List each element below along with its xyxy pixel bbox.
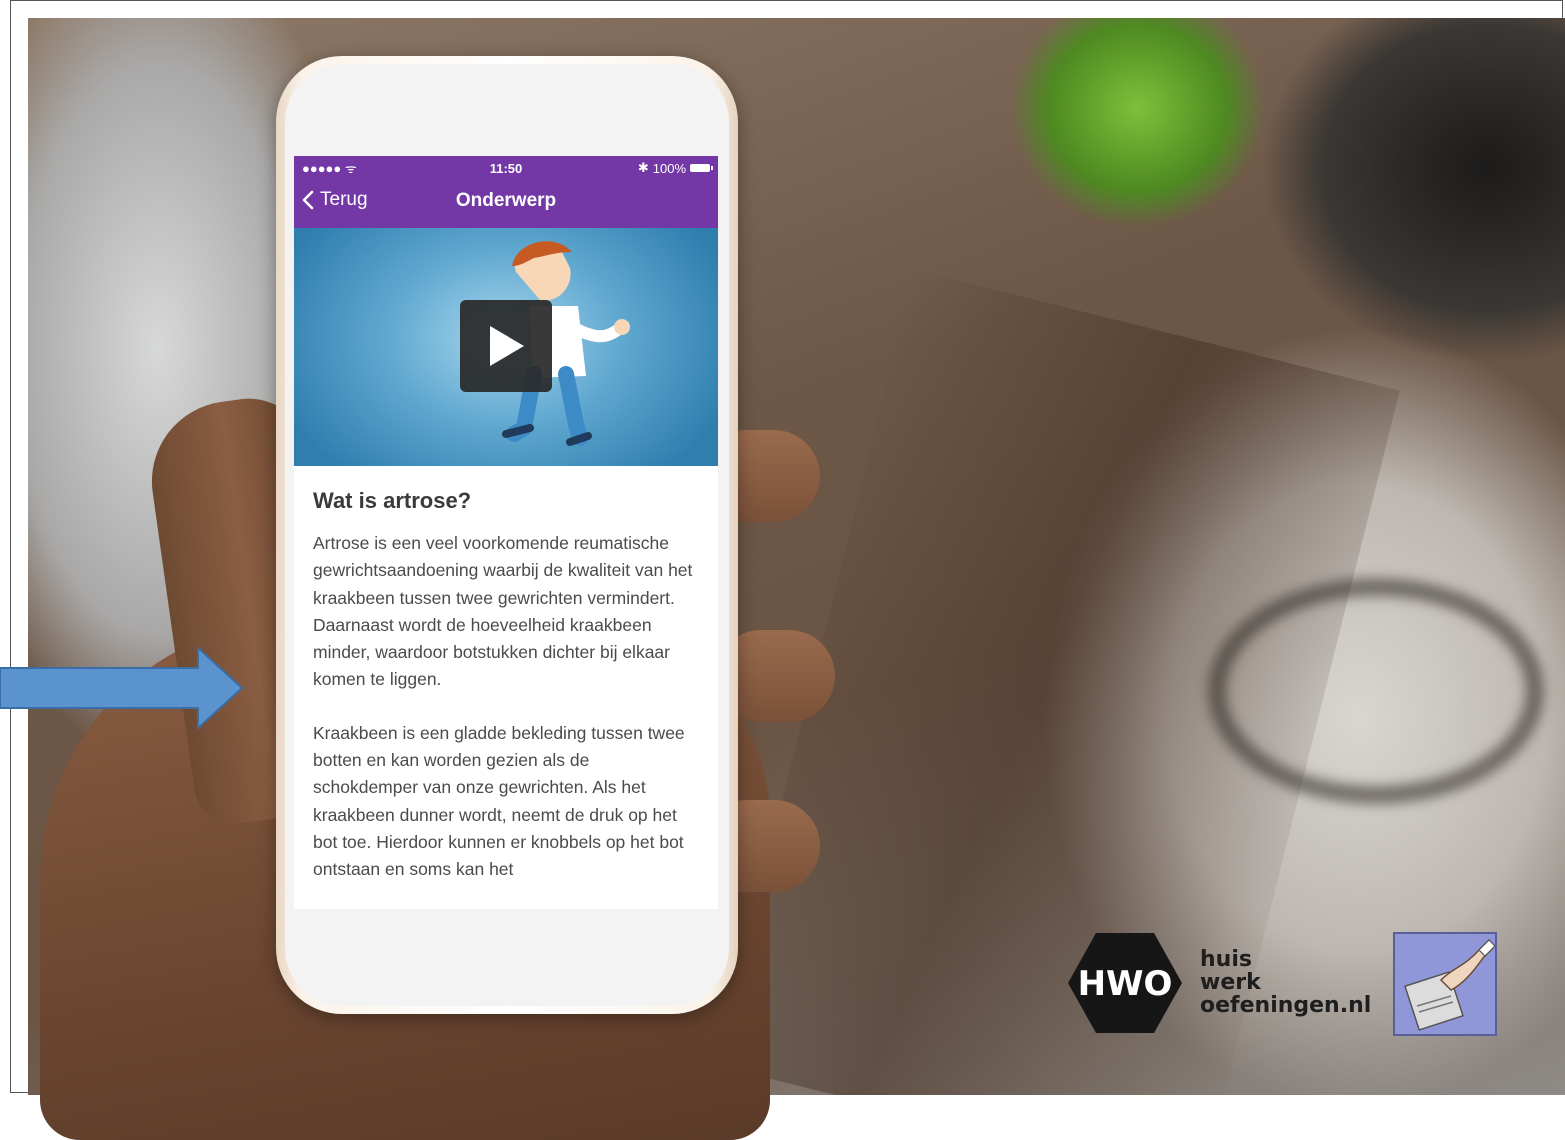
navigation-bar: Terug Onderwerp <box>294 180 718 228</box>
article-heading: Wat is artrose? <box>313 488 472 513</box>
phone-screen: ●●●●● ᯤ 11:50 ✱ 100% Terug Onderwerp Wat… <box>294 156 718 909</box>
brand-line-1: huis <box>1200 947 1252 972</box>
battery-icon <box>690 164 713 172</box>
page-title: Onderwerp <box>455 190 557 211</box>
hand-notebook-logo <box>1393 932 1497 1036</box>
status-bar: ●●●●● ᯤ 11:50 ✱ 100% <box>294 156 718 180</box>
brand-wordmark: huis werk oefeningen.nl <box>1200 948 1371 1017</box>
play-button[interactable] <box>460 300 552 392</box>
arrow-right-icon <box>0 646 244 730</box>
brand-line-3: oefeningen.nl <box>1200 993 1372 1018</box>
play-icon <box>490 326 524 366</box>
hwo-logo: HWO <box>1068 933 1182 1033</box>
video-player[interactable] <box>294 228 718 466</box>
article-paragraph: Artrose is een veel voorkomende reumatis… <box>313 533 693 690</box>
article-paragraph: Kraakbeen is een gladde bekleding tussen… <box>313 722 685 880</box>
hwo-logo-text: HWO <box>1078 964 1173 1004</box>
status-time: 11:50 <box>489 160 523 176</box>
glasses-blur <box>1208 578 1544 804</box>
article-content: Wat is artrose? Artrose is een veel voor… <box>294 466 718 884</box>
brand-line-2: werk <box>1200 970 1261 995</box>
